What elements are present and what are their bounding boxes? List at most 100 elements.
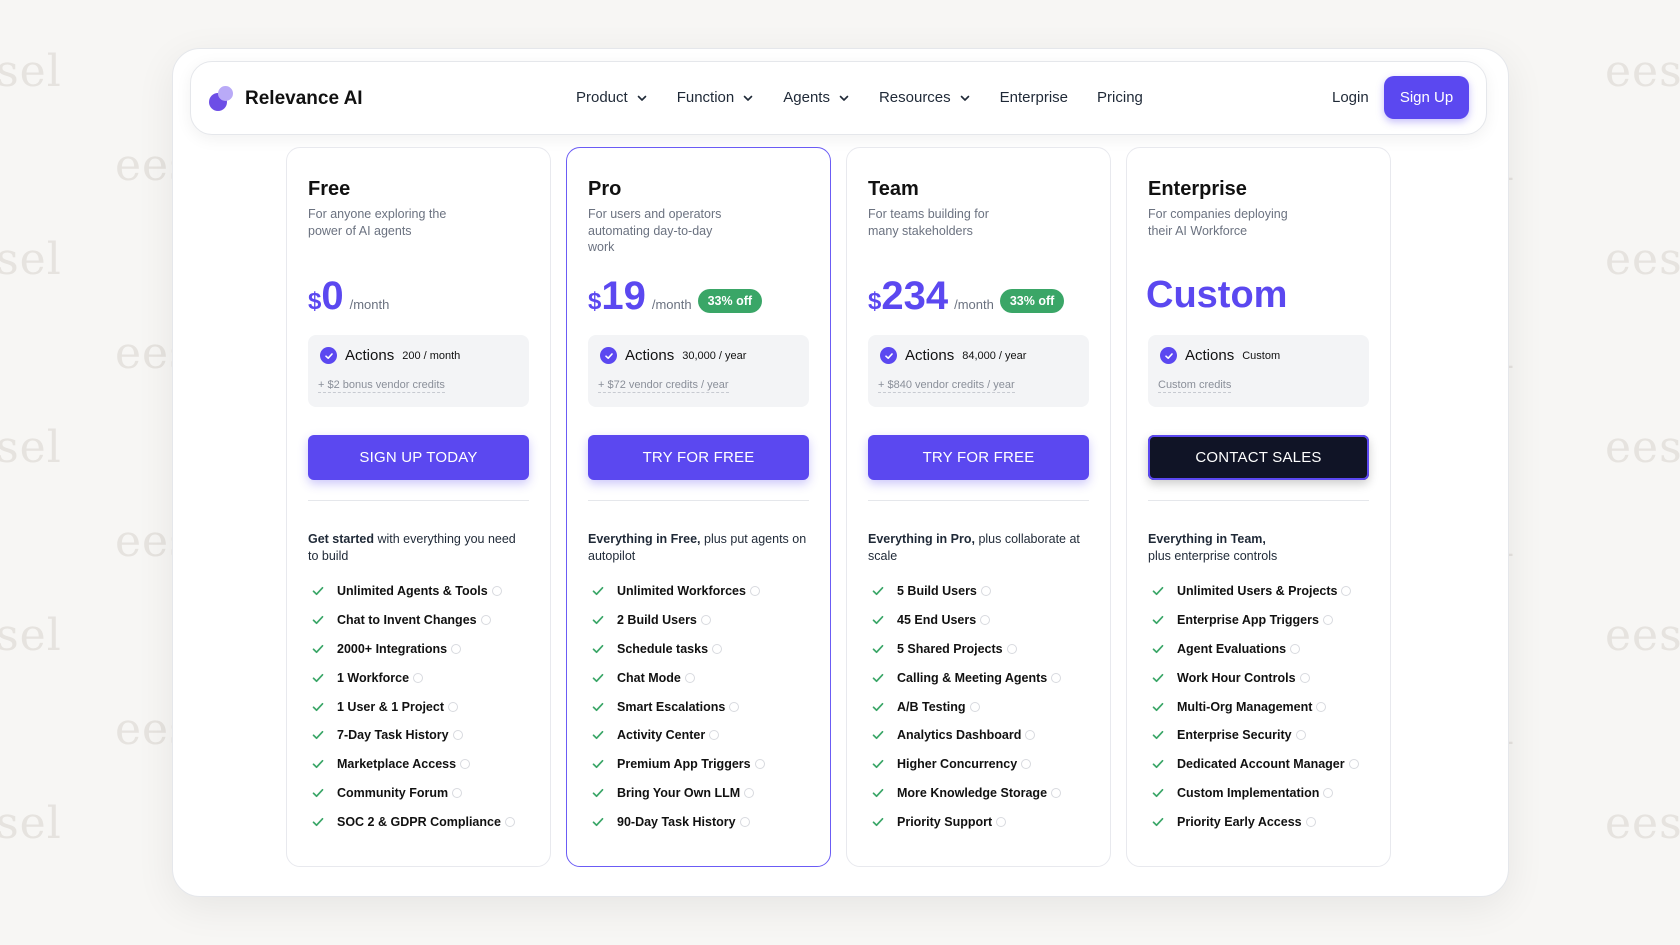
feature-label: Calling & Meeting Agents (897, 670, 1048, 685)
info-icon[interactable] (996, 816, 1007, 827)
watermark: eesel (0, 46, 62, 97)
check-icon (592, 587, 604, 596)
info-icon[interactable] (980, 586, 991, 597)
nav-item-pricing[interactable]: Pricing (1097, 89, 1143, 106)
info-icon[interactable] (452, 730, 463, 741)
feature-item: Smart Escalations (591, 692, 765, 721)
info-icon[interactable] (480, 615, 491, 626)
nav-item-enterprise[interactable]: Enterprise (1000, 89, 1068, 106)
info-icon[interactable] (1025, 730, 1036, 741)
info-icon[interactable] (739, 816, 750, 827)
check-icon (872, 731, 884, 740)
check-circle-icon (320, 347, 337, 364)
feature-item: Enterprise Security (1151, 721, 1359, 750)
check-icon (1152, 788, 1164, 798)
info-icon[interactable] (1341, 586, 1352, 597)
nav-item-function[interactable]: Function (677, 89, 755, 106)
info-icon[interactable] (1348, 759, 1359, 770)
intro-bold: Get started (308, 532, 374, 546)
info-icon[interactable] (749, 586, 760, 597)
watermark: eesel (1605, 46, 1680, 97)
feature-label: 7-Day Task History (337, 728, 449, 743)
feature-label: Agent Evaluations (1177, 641, 1287, 656)
feature-label: Bring Your Own LLM (617, 785, 741, 800)
nav-item-label: Resources (878, 89, 951, 106)
feature-item: 1 Workforce (311, 663, 515, 692)
price-period: /month (954, 297, 994, 312)
plan-description: For teams building for many stakeholders (868, 207, 989, 238)
info-icon[interactable] (1051, 787, 1062, 798)
nav-item-agents[interactable]: Agents (783, 89, 850, 106)
price-currency: $ (588, 288, 602, 315)
info-icon[interactable] (754, 759, 765, 770)
info-icon[interactable] (452, 787, 463, 798)
nav-item-label: Enterprise (999, 89, 1069, 106)
price: $ 0 /month (308, 276, 389, 316)
info-icon[interactable] (712, 643, 723, 654)
try-for-free-button[interactable]: TRY FOR FREE (588, 435, 809, 480)
vendor-credits[interactable]: + $840 vendor credits / year (878, 379, 1015, 393)
info-icon[interactable] (1290, 643, 1301, 654)
contact-sales-button[interactable]: CONTACT SALES (1148, 435, 1369, 480)
nav-item-resources[interactable]: Resources (879, 89, 971, 106)
check-icon (1152, 817, 1164, 826)
watermark: eesel (0, 422, 62, 473)
info-icon[interactable] (684, 672, 695, 683)
feature-label: Community Forum (337, 785, 449, 800)
intro-rest: plus enterprise controls (1148, 549, 1278, 563)
try-for-free-button[interactable]: TRY FOR FREE (868, 435, 1089, 480)
actions-quantity: 84,000 / year (962, 349, 1027, 362)
intro-bold: Everything in Free, (588, 532, 701, 546)
info-icon[interactable] (460, 759, 471, 770)
info-icon[interactable] (1322, 615, 1333, 626)
info-icon[interactable] (700, 615, 711, 626)
info-icon[interactable] (1305, 816, 1316, 827)
info-icon[interactable] (969, 701, 980, 712)
info-icon[interactable] (491, 586, 502, 597)
actions-quantity: Custom (1242, 349, 1281, 362)
plan-card-enterprise: Enterprise For companies deploying their… (1126, 147, 1391, 867)
nav-links: Product Function Agents Resources Enterp… (576, 89, 1143, 106)
brand-logo[interactable]: Relevance AI (209, 86, 363, 112)
actions-label: Actions (625, 347, 675, 364)
info-icon[interactable] (448, 701, 458, 712)
check-circle-icon (880, 347, 897, 364)
feature-item: 1 User & 1 Project (311, 692, 515, 721)
actions-box: Actions 30,000 / year + $72 vendor credi… (588, 335, 809, 407)
plan-name: Enterprise (1148, 178, 1247, 200)
vendor-credits[interactable]: + $2 bonus vendor credits (318, 379, 445, 393)
info-icon[interactable] (729, 701, 740, 712)
check-icon (312, 817, 324, 826)
feature-label: Enterprise App Triggers (1177, 613, 1319, 628)
plan-card-team: Team For teams building for many stakeho… (846, 147, 1111, 867)
info-icon[interactable] (504, 816, 515, 827)
info-icon[interactable] (744, 787, 755, 798)
check-icon (312, 702, 324, 711)
feature-item: 45 End Users (871, 606, 1061, 635)
info-icon[interactable] (1299, 672, 1310, 683)
check-icon (1152, 616, 1164, 625)
divider (868, 500, 1089, 501)
actions-label: Actions (345, 347, 395, 364)
feature-label: Dedicated Account Manager (1177, 757, 1345, 772)
info-icon[interactable] (1021, 759, 1032, 770)
nav-item-product[interactable]: Product (576, 89, 648, 106)
vendor-credits[interactable]: + $72 vendor credits / year (598, 379, 729, 393)
vendor-credits[interactable]: Custom credits (1158, 379, 1232, 393)
info-icon[interactable] (451, 643, 462, 654)
feature-item: Priority Early Access (1151, 807, 1359, 836)
info-icon[interactable] (709, 730, 720, 741)
info-icon[interactable] (1295, 730, 1306, 741)
info-icon[interactable] (413, 672, 424, 683)
sign-up-today-button[interactable]: SIGN UP TODAY (308, 435, 529, 480)
sign-up-button[interactable]: Sign Up (1384, 76, 1469, 119)
feature-item: Chat Mode (591, 663, 765, 692)
info-icon[interactable] (1323, 787, 1334, 798)
info-icon[interactable] (980, 615, 991, 626)
info-icon[interactable] (1006, 643, 1017, 654)
info-icon[interactable] (1051, 672, 1062, 683)
feature-item: A/B Testing (871, 692, 1061, 721)
actions-label: Actions (905, 347, 955, 364)
info-icon[interactable] (1316, 701, 1327, 712)
login-link[interactable]: Login (1332, 89, 1369, 106)
